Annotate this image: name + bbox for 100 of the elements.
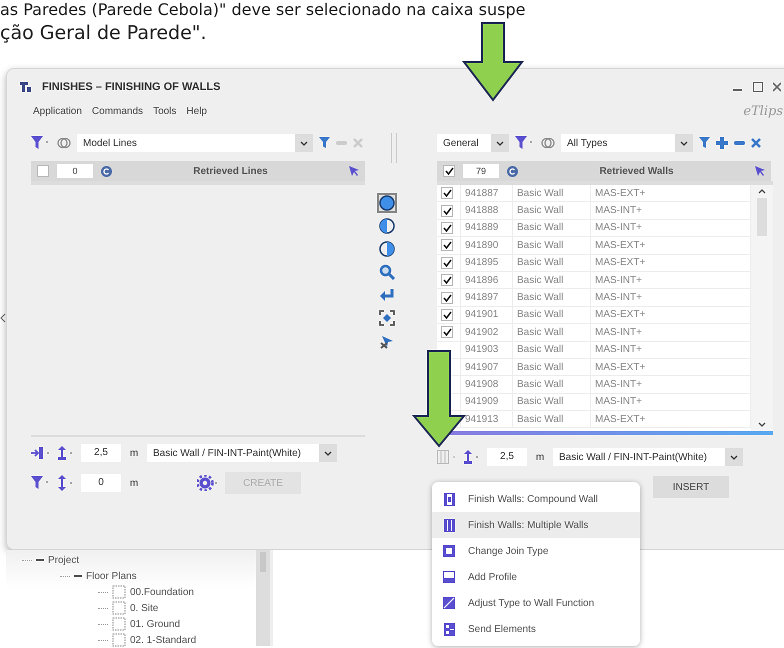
checkbox[interactable] [443,165,455,177]
checkbox[interactable] [441,292,453,304]
table-cell: 941895 [461,254,513,271]
floor-plan-icon [112,601,126,615]
table-cell: Basic Wall [513,306,591,324]
caption-text: ção Geral de Parede". [0,21,208,46]
collapse-toggle[interactable] [74,572,82,580]
menu-item[interactable]: Send Elements [432,616,640,642]
plus-icon[interactable] [716,137,728,149]
checkbox[interactable] [441,204,453,217]
chevron-up-icon[interactable] [758,189,766,194]
tree-item[interactable]: 01. Ground [130,618,180,630]
count-field: 79 [463,164,499,178]
menu-item[interactable]: Adjust Type to Wall Function [432,590,640,616]
tree-item[interactable]: 02. 1-Standard [130,634,196,646]
refresh-icon[interactable] [101,166,112,176]
tool-button[interactable] [377,239,397,259]
tree-item[interactable]: 0. Site [130,602,158,614]
checkbox[interactable] [441,274,453,286]
filter-icon[interactable] [31,476,51,490]
table-cell: Basic Wall [513,411,591,428]
menu-item[interactable]: Add Profile [432,564,640,590]
tool-button[interactable] [377,216,397,236]
offset-field[interactable]: 0 [81,474,121,492]
half-circle-icon [379,218,395,234]
checkbox[interactable] [441,239,453,252]
tree-item[interactable]: Project [48,554,80,566]
filter-icon[interactable] [699,137,710,149]
tool-button[interactable] [377,308,397,328]
filter-icon[interactable] [319,137,330,149]
table-cell: 941897 [461,289,513,306]
menu-item[interactable]: Change Join Type [432,538,640,564]
checkbox[interactable] [441,222,453,234]
cursor-icon[interactable] [755,166,765,176]
settings-icon[interactable] [197,475,219,491]
wall-type-dropdown[interactable]: Basic Wall / FIN-INT-Paint(White) [553,448,743,466]
filter-icon[interactable] [515,136,535,150]
table-cell: Basic Wall [513,237,591,254]
scrollbar[interactable] [751,185,773,431]
menu-item[interactable]: Finish Walls: Compound Wall [432,486,640,512]
menu-item[interactable]: Finish Walls: Multiple Walls [432,512,640,538]
menu-item[interactable]: Commands [92,106,144,116]
checkbox[interactable] [441,256,453,269]
focus-icon [379,310,395,326]
scrollbar[interactable] [256,550,273,646]
tree-item[interactable]: Floor Plans [86,570,137,582]
height-icon[interactable] [57,445,75,461]
chevron-down-icon [496,140,504,146]
table-cell: 941887 [461,185,513,202]
chevron-down-icon [680,140,688,146]
table-cell: Basic Wall [513,272,591,288]
menu-item[interactable]: Help [186,106,207,116]
chevron-left-icon[interactable] [0,313,6,323]
chevron-down-icon[interactable] [758,422,766,427]
align-icon[interactable] [31,446,51,460]
checkbox[interactable] [441,326,453,338]
tool-button[interactable] [377,262,397,282]
insert-button[interactable]: INSERT [653,476,729,498]
clear-icon[interactable] [751,138,761,148]
menu-item[interactable]: Application [33,106,82,116]
tool-button[interactable] [377,193,397,213]
hatch-icon [443,597,455,609]
floor-plan-icon [112,617,126,631]
category-dropdown[interactable]: General [437,134,509,152]
minus-icon[interactable] [734,141,745,145]
unit-label: m [534,452,546,462]
checkbox[interactable] [441,187,453,200]
tree-item[interactable]: 00.Foundation [130,586,194,598]
checkbox[interactable] [441,308,453,321]
vertical-arrows-icon[interactable] [57,475,75,491]
table-cell: Basic Wall [513,358,591,376]
link-icon[interactable] [57,136,71,150]
collapse-toggle[interactable] [36,556,44,564]
cursor-icon[interactable] [349,166,359,176]
wall-type-dropdown[interactable]: Basic Wall / FIN-INT-Paint(White) [147,444,337,462]
refresh-icon[interactable] [507,166,518,176]
height-field[interactable]: 2,5 [487,448,527,466]
half-circle-icon [379,241,395,257]
height-icon[interactable] [463,449,481,465]
link-icon[interactable] [541,136,555,150]
close-icon[interactable] [773,82,781,92]
maximize-icon[interactable] [753,82,763,92]
table-cell: Basic Wall [513,289,591,306]
table-cell: 941901 [461,306,513,324]
checkbox[interactable] [37,165,49,177]
logo-text: eTlips [743,104,783,118]
menu-item[interactable]: Tools [153,106,176,116]
table-cell: Basic Wall [513,202,591,219]
chevron-down-icon [324,450,332,456]
filter-dropdown[interactable]: Model Lines [77,134,313,152]
cursor-icon [379,333,395,349]
table-cell: 941889 [461,220,513,236]
list-header-title: Retrieved Walls [598,166,675,176]
wall-layers-icon [444,492,454,506]
table-cell: Basic Wall [513,342,591,358]
filter-icon[interactable] [31,136,51,150]
type-filter-dropdown[interactable]: All Types [561,134,693,152]
height-field[interactable]: 2,5 [81,444,121,462]
table-cell: 941890 [461,237,513,254]
table-cell: Basic Wall [513,185,591,202]
